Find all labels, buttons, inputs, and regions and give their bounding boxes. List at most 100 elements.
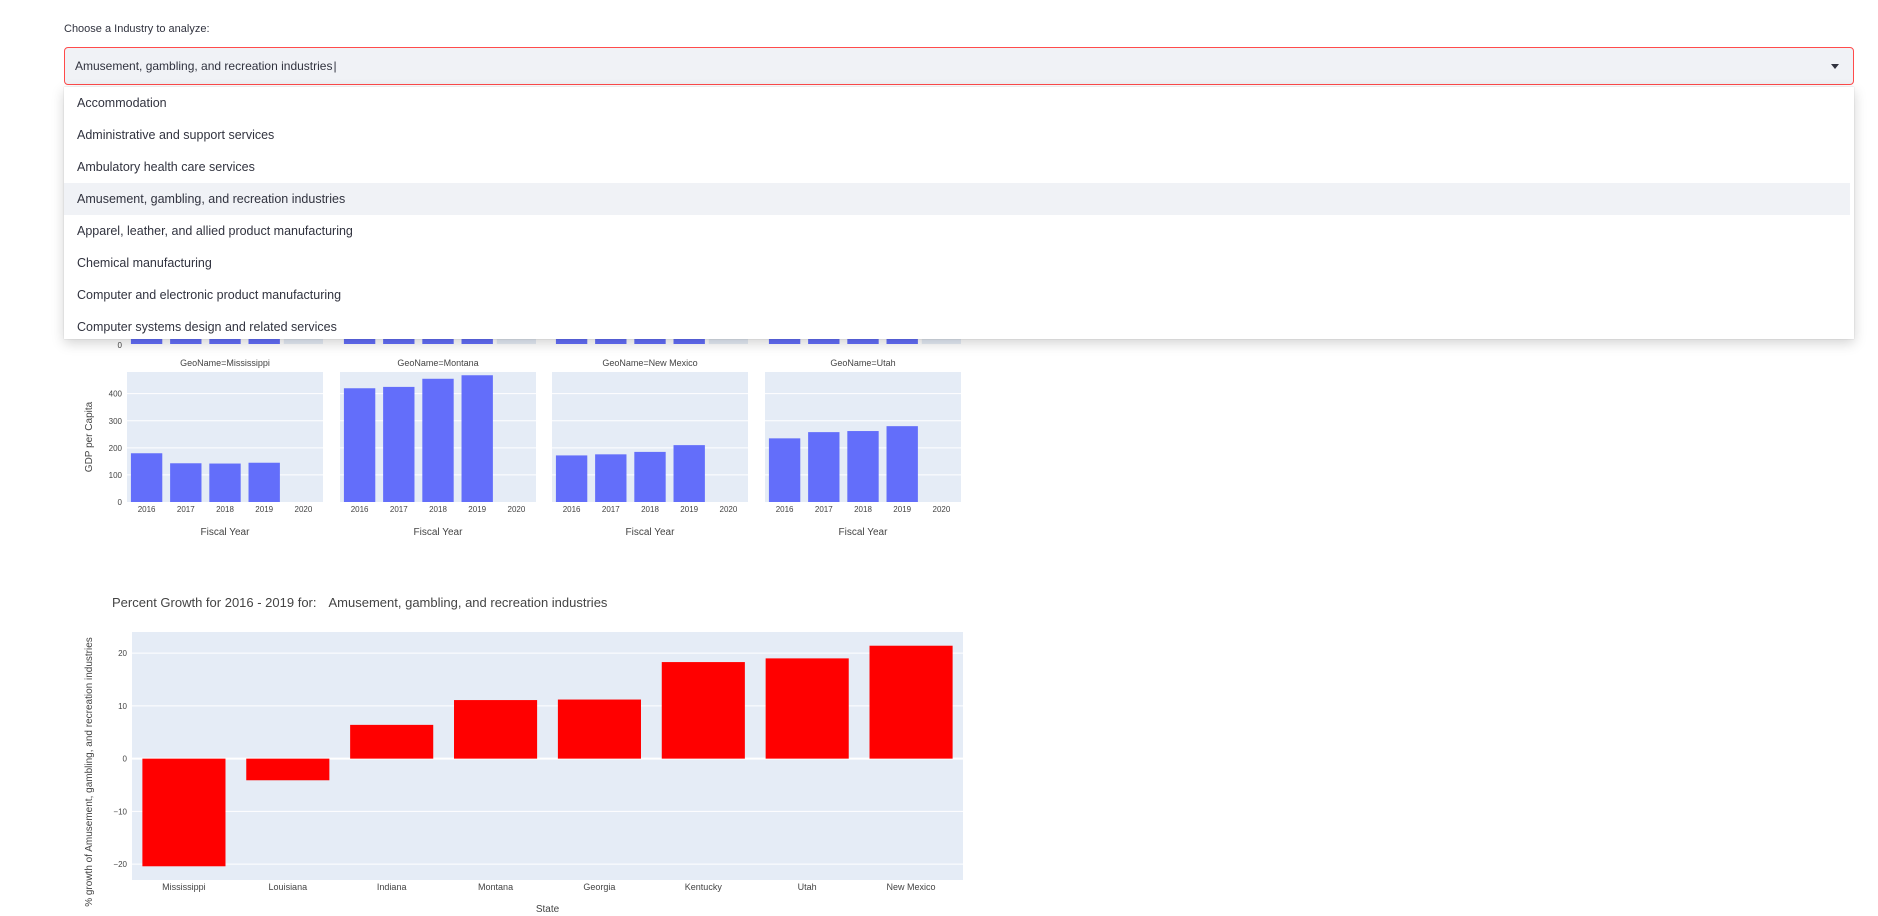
growth-bar: [350, 724, 434, 759]
facet-x-tick-label: 2016: [563, 505, 581, 514]
growth-bar: [765, 658, 849, 759]
dropdown-option[interactable]: Computer and electronic product manufact…: [64, 279, 1850, 311]
facet-bar: [383, 386, 415, 502]
facet-x-tick-label: 2020: [295, 505, 313, 514]
facet-y-tick-label: 0: [118, 498, 123, 507]
facet-x-axis-label: Fiscal Year: [414, 527, 464, 538]
dropdown-option-selected[interactable]: Amusement, gambling, and recreation indu…: [64, 183, 1850, 215]
facet-x-tick-label: 2016: [138, 505, 156, 514]
facet-bar: [422, 378, 454, 502]
growth-y-tick-label: 10: [118, 702, 127, 711]
facet-x-axis-label: Fiscal Year: [839, 527, 889, 538]
facet-top-bar-stub: [555, 339, 588, 344]
facet-top-bar-stub: [886, 339, 918, 344]
facet-top-bar-stub: [130, 339, 163, 344]
dropdown-option[interactable]: Computer systems design and related serv…: [64, 311, 1850, 339]
facet-x-tick-label: 2018: [641, 505, 659, 514]
facet-y-tick-label: 200: [109, 444, 123, 453]
growth-bar: [454, 700, 538, 759]
growth-x-tick-label: Kentucky: [685, 882, 723, 892]
facet-bar: [886, 426, 918, 502]
facet-x-tick-label: 2019: [680, 505, 698, 514]
facet-x-tick-label: 2020: [720, 505, 738, 514]
facet-x-tick-label: 2017: [177, 505, 195, 514]
facet-bar: [461, 375, 493, 502]
facet-top-bar-stub: [673, 339, 705, 344]
facet-top-bar-stub: [595, 339, 627, 344]
facet-bar: [847, 431, 879, 502]
facet-top-plot-bg-stub: [283, 339, 323, 344]
growth-x-tick-label: Louisiana: [269, 882, 308, 892]
facet-top-bar-stub: [808, 339, 840, 344]
growth-bar: [661, 662, 745, 759]
growth-y-axis-label: % growth of Amusement, gambling, and rec…: [84, 637, 95, 907]
facet-x-tick-label: 2016: [351, 505, 369, 514]
growth-y-tick-label: −20: [113, 860, 127, 869]
facet-x-axis-label: Fiscal Year: [626, 527, 676, 538]
facet-top-plot-bg-stub: [496, 339, 536, 344]
facet-x-tick-label: 2017: [815, 505, 833, 514]
facet-x-tick-label: 2019: [468, 505, 486, 514]
facet-y-tick-label: 100: [109, 471, 123, 480]
dropdown-option[interactable]: Apparel, leather, and allied product man…: [64, 215, 1850, 247]
facet-x-tick-label: 2019: [255, 505, 273, 514]
facet-bar: [673, 445, 705, 502]
growth-chart-title-prefix: Percent Growth for 2016 - 2019 for:: [112, 595, 317, 610]
dropdown-option[interactable]: Ambulatory health care services: [64, 151, 1850, 183]
facet-top-y-tick-label: 0: [118, 341, 123, 350]
facet-title: GeoName=New Mexico: [602, 358, 697, 368]
facet-bar: [209, 463, 241, 502]
growth-x-tick-label: Indiana: [377, 882, 407, 892]
facet-x-tick-label: 2020: [508, 505, 526, 514]
facet-bar: [130, 453, 163, 502]
growth-y-tick-label: 20: [118, 649, 127, 658]
dropdown-option[interactable]: Chemical manufacturing: [64, 247, 1850, 279]
dropdown-option[interactable]: Administrative and support services: [64, 119, 1850, 151]
facet-top-plot-bg-stub: [708, 339, 748, 344]
facet-bar: [595, 454, 627, 502]
dropdown-option[interactable]: Accommodation: [64, 87, 1850, 119]
facet-x-tick-label: 2018: [216, 505, 234, 514]
growth-bar: [142, 758, 226, 867]
facet-x-tick-label: 2019: [893, 505, 911, 514]
facet-title: GeoName=Mississippi: [180, 358, 270, 368]
facet-top-plot-bg-stub: [921, 339, 961, 344]
facet-top-bar-stub: [461, 339, 493, 344]
facet-bar: [170, 463, 202, 502]
facet-bar: [634, 451, 666, 502]
facet-title: GeoName=Utah: [830, 358, 895, 368]
facet-x-tick-label: 2017: [602, 505, 620, 514]
growth-chart-title-industry: Amusement, gambling, and recreation indu…: [329, 595, 608, 610]
facet-x-tick-label: 2018: [854, 505, 872, 514]
facet-title: GeoName=Montana: [397, 358, 478, 368]
facet-x-tick-label: 2017: [390, 505, 408, 514]
growth-y-tick-label: 0: [123, 755, 128, 764]
facet-bar: [248, 462, 280, 502]
industry-dropdown-menu: Accommodation Administrative and support…: [64, 87, 1854, 339]
facet-top-bar-stub: [248, 339, 280, 344]
growth-x-tick-label: Utah: [798, 882, 817, 892]
facet-top-bar-stub: [422, 339, 454, 344]
growth-x-tick-label: Georgia: [583, 882, 615, 892]
growth-x-tick-label: Montana: [478, 882, 513, 892]
facet-top-bar-stub: [343, 339, 376, 344]
facet-top-bar-stub: [847, 339, 879, 344]
facet-top-bar-stub: [634, 339, 666, 344]
facet-x-tick-label: 2020: [933, 505, 951, 514]
facet-top-bar-stub: [768, 339, 801, 344]
facet-x-tick-label: 2018: [429, 505, 447, 514]
growth-x-tick-label: Mississippi: [162, 882, 206, 892]
growth-x-tick-label: New Mexico: [887, 882, 936, 892]
facet-top-bar-stub: [209, 339, 241, 344]
facet-bar: [555, 455, 588, 502]
growth-x-axis-label: State: [536, 904, 560, 915]
facet-top-bar-stub: [170, 339, 202, 344]
facet-y-axis-label: GDP per Capita: [84, 401, 95, 472]
facet-y-tick-label: 400: [109, 390, 123, 399]
facet-x-tick-label: 2016: [776, 505, 794, 514]
growth-bar: [869, 645, 953, 759]
growth-chart-title: Percent Growth for 2016 - 2019 for: Amuse…: [112, 595, 608, 610]
facet-bar: [768, 438, 801, 502]
growth-bar: [246, 758, 330, 781]
facet-x-axis-label: Fiscal Year: [201, 527, 251, 538]
